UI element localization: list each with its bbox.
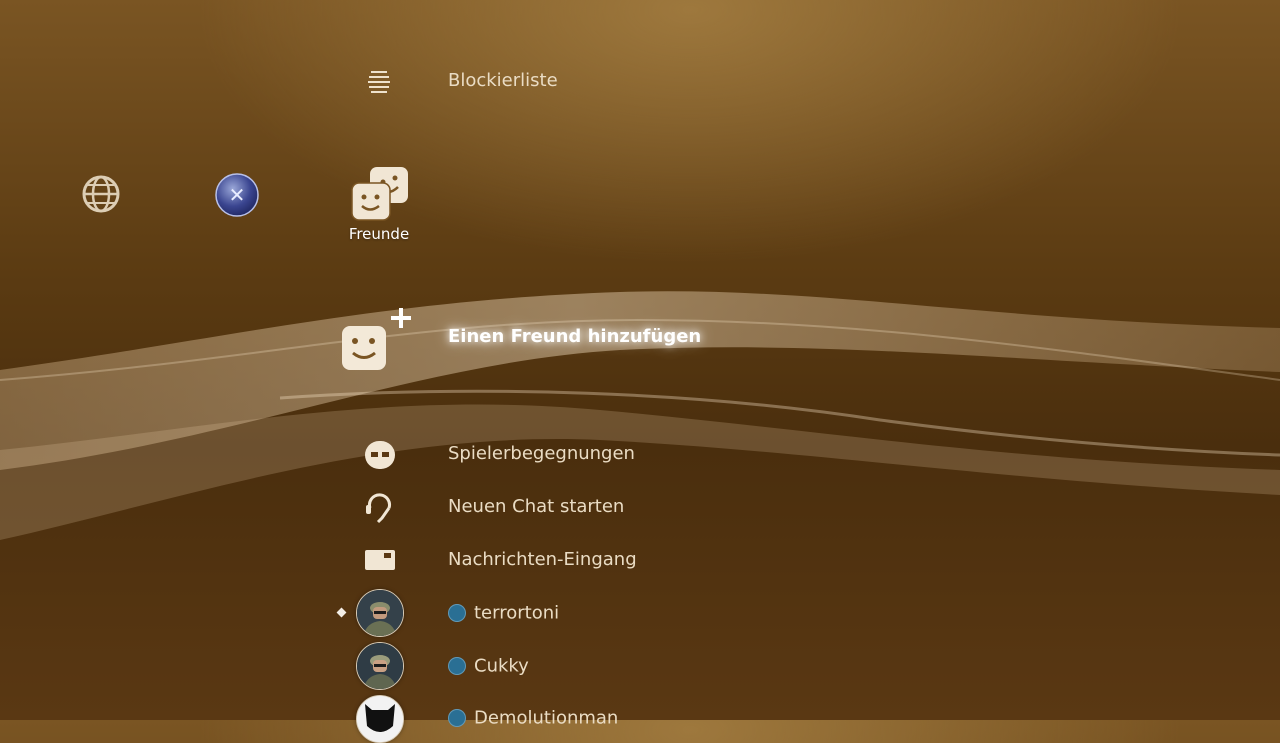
avatar-cukky[interactable] bbox=[356, 642, 404, 690]
add-friend-icon[interactable] bbox=[340, 306, 416, 372]
friend-row-cukky[interactable]: Cukky bbox=[448, 655, 529, 677]
friends-icon[interactable] bbox=[350, 165, 410, 223]
chat-headset-icon bbox=[364, 492, 394, 524]
message-inbox-icon bbox=[365, 550, 395, 570]
list-icon bbox=[366, 68, 392, 94]
status-online-icon bbox=[448, 604, 466, 622]
friend-name: Cukky bbox=[474, 655, 529, 677]
menu-item-nachrichten-eingang[interactable]: Nachrichten-Eingang bbox=[448, 549, 637, 570]
players-met-icon bbox=[364, 440, 396, 470]
avatar-demolutionman[interactable] bbox=[356, 695, 404, 743]
friend-name: Demolutionman bbox=[474, 707, 619, 729]
menu-item-neuen-chat[interactable]: Neuen Chat starten bbox=[448, 496, 624, 517]
menu-item-spielerbegegnungen[interactable]: Spielerbegegnungen bbox=[448, 443, 635, 464]
background-wave bbox=[0, 291, 1280, 540]
status-online-icon bbox=[448, 657, 466, 675]
psn-icon[interactable]: ✕ bbox=[214, 172, 260, 218]
globe-icon[interactable] bbox=[81, 174, 121, 214]
friend-row-demolutionman[interactable]: Demolutionman bbox=[448, 707, 618, 729]
menu-item-blockierliste[interactable]: Blockierliste bbox=[448, 70, 558, 91]
friend-row-terrortoni[interactable]: terrortoni bbox=[448, 602, 559, 624]
friend-name: terrortoni bbox=[474, 602, 560, 624]
category-label-friends: Freunde bbox=[348, 225, 410, 243]
menu-item-add-friend[interactable]: Einen Freund hinzufügen bbox=[448, 326, 701, 347]
focus-indicator bbox=[336, 607, 347, 618]
avatar-terrortoni[interactable] bbox=[356, 589, 404, 637]
svg-text:✕: ✕ bbox=[229, 183, 246, 207]
status-online-icon bbox=[448, 709, 466, 727]
